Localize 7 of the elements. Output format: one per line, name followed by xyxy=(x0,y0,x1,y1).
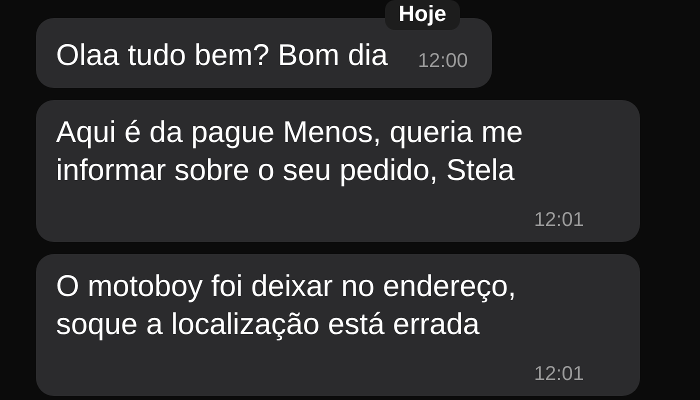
message-time: 12:01 xyxy=(534,208,584,232)
date-label: Hoje xyxy=(384,0,460,30)
message-text: Olaa tudo bem? Bom dia xyxy=(56,38,388,74)
message-time: 12:00 xyxy=(418,49,468,74)
message-text: O motoboy foi deixar no endereço, soque a localização está errada xyxy=(56,269,518,343)
message-time: 12:01 xyxy=(534,362,584,386)
message-text: Aqui é da pague Menos, queria me informar sobre o seu pedido, Stela xyxy=(56,115,524,189)
